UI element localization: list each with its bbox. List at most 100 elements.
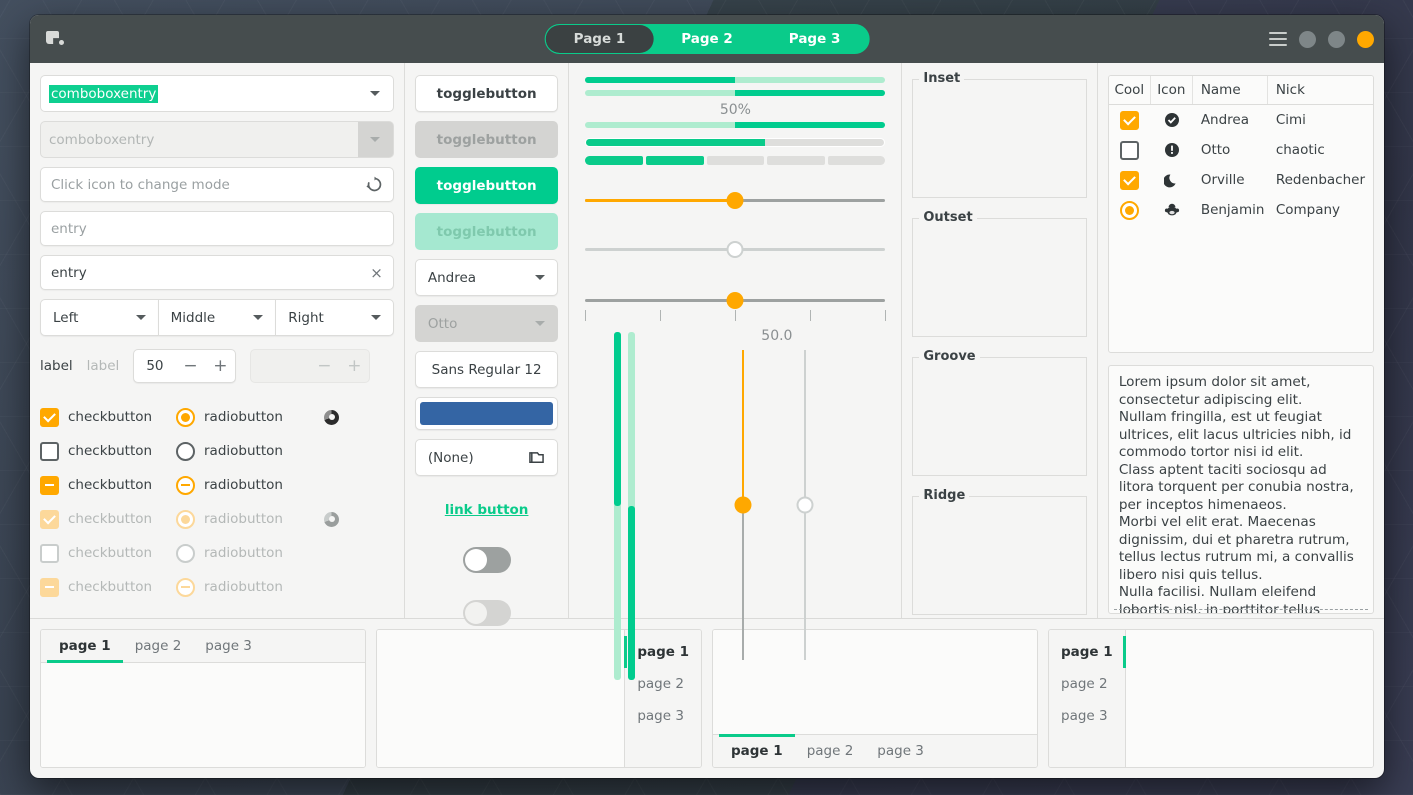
comboboxentry-text[interactable]: comboboxentry xyxy=(40,75,358,112)
tab-page-2[interactable]: page 2 xyxy=(625,668,701,700)
spinbutton-disabled-plus: + xyxy=(347,356,362,376)
tab-page-3[interactable]: page 3 xyxy=(865,735,936,767)
radio-icon[interactable] xyxy=(176,407,195,427)
radio-icon xyxy=(176,577,195,597)
column-header-name[interactable]: Name xyxy=(1193,76,1268,104)
table-row[interactable]: Otto chaotic xyxy=(1109,135,1373,165)
cell-name: Otto xyxy=(1200,142,1231,158)
checkbutton-2[interactable]: checkbutton xyxy=(40,441,176,461)
radiobutton-1[interactable]: radiobutton xyxy=(176,407,324,427)
link-button[interactable]: link button xyxy=(445,502,529,518)
row-checkbox[interactable] xyxy=(1109,110,1151,130)
stack-switcher-page-1[interactable]: Page 1 xyxy=(545,25,654,53)
combo-left[interactable]: Left xyxy=(40,299,158,336)
checkbox-icon[interactable] xyxy=(1120,110,1140,130)
stack-switcher-page-2[interactable]: Page 2 xyxy=(653,25,761,53)
close-button[interactable] xyxy=(1357,30,1374,48)
radio-icon[interactable] xyxy=(176,475,195,495)
stack-switcher[interactable]: Page 1 Page 2 Page 3 xyxy=(544,24,870,54)
cell-nick: Redenbacher xyxy=(1275,172,1365,188)
combo-middle[interactable]: Middle xyxy=(157,299,276,336)
header-bar: Page 1 Page 2 Page 3 xyxy=(30,15,1384,63)
column-header-nick[interactable]: Nick xyxy=(1268,76,1373,104)
combo-otto-disabled: Otto xyxy=(414,305,559,342)
spinbutton-plus[interactable]: + xyxy=(205,356,235,376)
scale-handle[interactable] xyxy=(726,191,744,209)
tab-page-2[interactable]: page 2 xyxy=(795,735,866,767)
entry-with-clear[interactable]: entry × xyxy=(40,255,394,290)
comboboxentry-arrow[interactable] xyxy=(357,75,394,112)
progressbar-2-inverted xyxy=(585,90,886,96)
combo-andrea[interactable]: Andrea xyxy=(414,259,559,296)
checkbox-icon[interactable] xyxy=(40,441,59,461)
tab-page-3[interactable]: page 3 xyxy=(625,700,701,732)
minimize-button[interactable] xyxy=(1299,30,1316,48)
radio-icon xyxy=(176,543,195,563)
checkbox-icon[interactable] xyxy=(1120,140,1140,160)
maximize-button[interactable] xyxy=(1328,30,1345,48)
scale-vertical[interactable] xyxy=(734,350,752,660)
file-chooser-label: (None) xyxy=(427,449,474,466)
table-row[interactable]: Benjamin Company xyxy=(1109,195,1373,225)
tab-page-3[interactable]: page 3 xyxy=(193,630,264,662)
row-radio[interactable] xyxy=(1109,200,1151,220)
entry-placeholder[interactable]: entry xyxy=(40,211,394,246)
tab-page-1[interactable]: page 1 xyxy=(1049,636,1126,668)
tab-page-1[interactable]: page 1 xyxy=(624,636,701,668)
combo-middle-label: Middle xyxy=(170,309,216,326)
spinbutton-disabled: − + xyxy=(250,349,371,383)
cell-name: Andrea xyxy=(1200,112,1250,128)
entry-icon-mode[interactable]: Click icon to change mode xyxy=(40,167,394,202)
chevron-down-icon xyxy=(535,321,546,326)
tab-page-2[interactable]: page 2 xyxy=(1049,668,1125,700)
checkbox-icon[interactable] xyxy=(40,407,59,427)
scale-marks xyxy=(585,310,887,324)
scale-handle[interactable] xyxy=(726,291,744,309)
switch-off[interactable] xyxy=(462,547,511,573)
radiobutton-5: radiobutton xyxy=(176,543,324,563)
radiobutton-3[interactable]: radiobutton xyxy=(176,475,324,495)
notebook-top-tabbar: page 1 page 2 page 3 xyxy=(41,630,365,663)
progressbar-1 xyxy=(585,77,886,83)
togglebutton-active-disabled: togglebutton xyxy=(414,213,559,250)
reload-icon[interactable] xyxy=(366,176,383,193)
font-button[interactable]: Sans Regular 12 xyxy=(414,351,559,388)
checkbox-icon[interactable] xyxy=(1120,170,1140,190)
frame-ridge: Ridge xyxy=(912,488,1087,615)
spinbutton-minus[interactable]: − xyxy=(176,356,206,376)
spinbutton[interactable]: 50 − + xyxy=(133,349,237,383)
stack-switcher-page-3[interactable]: Page 3 xyxy=(761,25,869,53)
checkbutton-3[interactable]: checkbutton xyxy=(40,475,176,495)
radiobutton-2[interactable]: radiobutton xyxy=(176,441,324,461)
clear-icon[interactable]: × xyxy=(370,264,383,282)
row-checkbox[interactable] xyxy=(1109,170,1151,190)
table-row[interactable]: Orville Redenbacher xyxy=(1109,165,1373,195)
radio-icon[interactable] xyxy=(1120,200,1140,220)
togglebutton-active[interactable]: togglebutton xyxy=(414,167,559,204)
file-chooser-button[interactable]: (None) xyxy=(414,439,559,476)
checkbutton-1[interactable]: checkbutton xyxy=(40,407,176,427)
scale-handle[interactable] xyxy=(734,496,752,514)
checkbox-icon[interactable] xyxy=(40,475,59,495)
monkey-icon xyxy=(1151,202,1193,218)
treeview[interactable]: Cool Icon Name Nick Andrea Cimi Otto cha… xyxy=(1107,75,1374,353)
table-row[interactable]: Andrea Cimi xyxy=(1109,105,1373,135)
tab-page-1[interactable]: page 1 xyxy=(47,630,123,663)
text-view[interactable]: Lorem ipsum dolor sit amet, consectetur … xyxy=(1107,365,1374,614)
tab-page-3[interactable]: page 3 xyxy=(1049,700,1125,732)
tab-page-2[interactable]: page 2 xyxy=(123,630,194,662)
hamburger-menu-icon[interactable] xyxy=(1269,32,1287,46)
radio-icon[interactable] xyxy=(176,441,195,461)
togglebutton-normal[interactable]: togglebutton xyxy=(414,75,559,112)
scale-horizontal-marks[interactable] xyxy=(585,290,886,310)
row-checkbox[interactable] xyxy=(1109,140,1151,160)
notebook-tabs-top: page 1 page 2 page 3 xyxy=(40,629,366,768)
comboboxentry-selected[interactable]: comboboxentry xyxy=(40,75,394,112)
tab-page-1[interactable]: page 1 xyxy=(719,734,795,767)
progress-percent-label: 50% xyxy=(719,102,751,118)
scale-horizontal-1[interactable] xyxy=(585,190,886,210)
combo-right[interactable]: Right xyxy=(275,299,394,336)
column-header-icon[interactable]: Icon xyxy=(1151,76,1193,104)
color-button[interactable] xyxy=(414,397,559,430)
column-header-cool[interactable]: Cool xyxy=(1109,76,1151,104)
